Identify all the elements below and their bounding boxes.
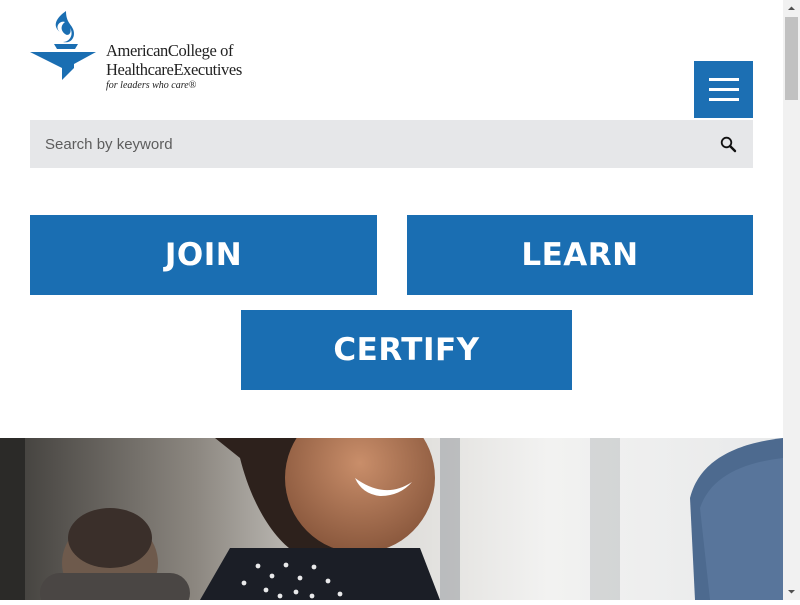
search-button[interactable] — [719, 135, 739, 155]
scroll-up-button[interactable] — [783, 0, 800, 17]
menu-button[interactable] — [694, 61, 753, 118]
learn-button[interactable]: LEARN — [407, 215, 753, 295]
site-logo[interactable]: AmericanCollege of HealthcareExecutives … — [30, 10, 250, 95]
scroll-thumb[interactable] — [785, 17, 798, 100]
page: AmericanCollege of HealthcareExecutives … — [0, 0, 783, 600]
caret-down-icon — [788, 590, 795, 594]
logo-text-line1: AmericanCollege of — [106, 41, 234, 60]
join-button[interactable]: JOIN — [30, 215, 377, 295]
search-icon — [720, 136, 737, 153]
scroll-down-button[interactable] — [783, 583, 800, 600]
page-scrollbar[interactable] — [783, 0, 800, 600]
certify-button[interactable]: CERTIFY — [241, 310, 572, 390]
logo-text-line2: HealthcareExecutives — [106, 60, 242, 79]
logo-tagline: for leaders who care® — [106, 80, 197, 91]
caret-up-icon — [788, 6, 795, 10]
logo-torch-icon — [30, 11, 96, 80]
search-bar — [30, 120, 753, 168]
hero-image — [0, 438, 783, 600]
search-input[interactable] — [30, 120, 700, 168]
